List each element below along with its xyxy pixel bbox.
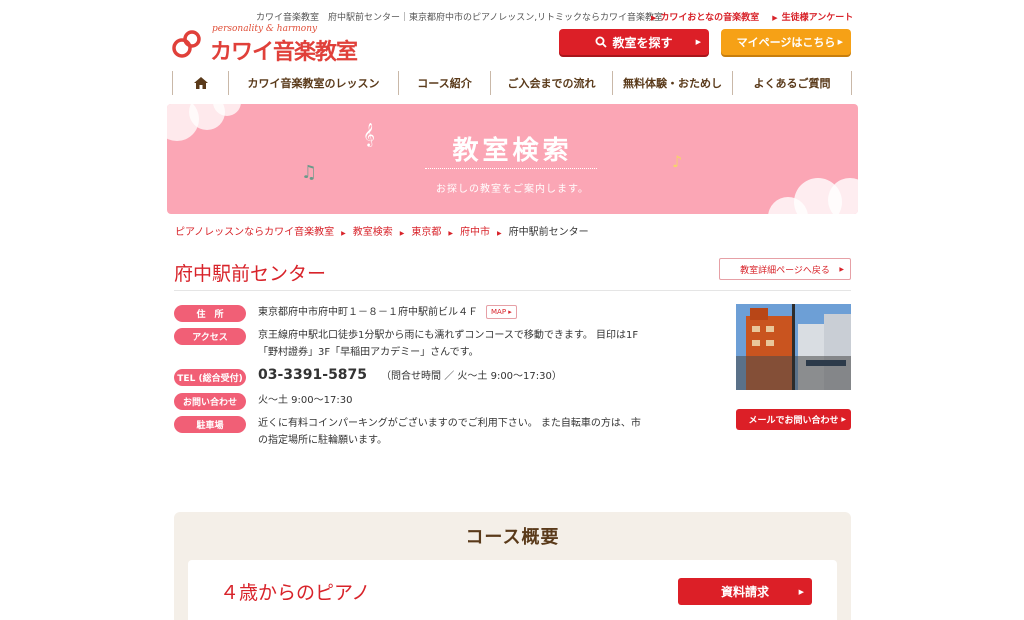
- triangle-right-icon: ▶: [839, 265, 844, 273]
- breadcrumb-link[interactable]: 府中市: [460, 227, 490, 238]
- nav-free-trial[interactable]: 無料体験・おためし: [612, 71, 732, 95]
- triangle-right-icon: ▶: [341, 230, 346, 237]
- logo-tagline: personality & harmony: [212, 24, 318, 34]
- access-value: 京王線府中駅北口徒歩1分駅から雨にも濡れずコンコースで移動できます。 目印は1F…: [258, 330, 639, 358]
- breadcrumb-link[interactable]: 東京都: [411, 227, 441, 238]
- logo-mark-icon: [172, 30, 201, 58]
- nav-home[interactable]: [172, 71, 228, 95]
- banner-divider: [425, 168, 597, 169]
- banner-subtitle: お探しの教室をご案内します。: [436, 184, 589, 195]
- triangle-right-icon: ▸: [508, 308, 512, 316]
- breadcrumb: ピアノレッスンならカワイ音楽教室 ▶ 教室検索 ▶ 東京都 ▶ 府中市 ▶ 府中駅前センター: [175, 223, 589, 238]
- breadcrumb-current: 府中駅前センター: [508, 227, 589, 238]
- logo-text: カワイ音楽教室: [210, 40, 358, 65]
- mypage-button[interactable]: マイページはこちら ▶: [721, 29, 851, 55]
- back-to-detail-button[interactable]: 教室詳細ページへ戻る ▶: [719, 258, 851, 280]
- school-photo: [736, 304, 851, 390]
- nav-enrollment-flow[interactable]: ご入会までの流れ: [490, 71, 612, 95]
- top-link-survey[interactable]: ▶ 生徒様アンケート: [772, 13, 853, 23]
- nav-courses[interactable]: コース紹介: [398, 71, 490, 95]
- map-button[interactable]: MAP ▸: [486, 305, 517, 319]
- tel-number[interactable]: 03-3391-5875: [258, 367, 367, 383]
- triangle-right-icon: ▶: [448, 230, 453, 237]
- global-nav: カワイ音楽教室のレッスン コース紹介 ご入会までの流れ 無料体験・おためし よく…: [172, 71, 852, 95]
- request-materials-button[interactable]: 資料請求 ▶: [678, 578, 812, 605]
- banner-title: 教室検索: [452, 136, 573, 166]
- parking-value: 近くに有料コインパーキングがございますのでご利用下さい。 また自転車の方は、市 …: [258, 418, 641, 446]
- top-links: ▶ カワイおとなの音楽教室 ▶ 生徒様アンケート: [651, 10, 863, 23]
- divider: [174, 290, 851, 291]
- top-link-adult[interactable]: ▶ カワイおとなの音楽教室: [651, 13, 759, 23]
- triangle-right-icon: ▶: [651, 14, 657, 22]
- triangle-right-icon: ▶: [695, 38, 701, 46]
- triangle-right-icon: ▶: [837, 38, 843, 46]
- mail-inquiry-button[interactable]: メールでお問い合わせ ▶: [736, 409, 851, 430]
- inquiry-label: お問い合わせ: [174, 393, 246, 410]
- home-icon: [193, 77, 208, 89]
- inquiry-hours: 火～土 9:00～17:30: [258, 395, 353, 406]
- building-photo: [736, 304, 851, 390]
- breadcrumb-link[interactable]: ピアノレッスンならカワイ音楽教室: [175, 227, 334, 238]
- logo[interactable]: personality & harmony カワイ音楽教室: [172, 24, 372, 65]
- triangle-right-icon: ▶: [841, 416, 846, 423]
- triangle-right-icon: ▶: [496, 230, 502, 237]
- page-title: 府中駅前センター: [174, 263, 327, 285]
- parking-label: 駐車場: [174, 416, 246, 433]
- find-school-button[interactable]: 教室を探す ▶: [559, 29, 709, 55]
- tel-value: 03-3391-5875 （問合せ時間 ／ 火～土 9:00～17:30）: [258, 367, 562, 383]
- course-section-title: コース概要: [465, 527, 560, 548]
- access-label: アクセス: [174, 328, 246, 345]
- search-icon: [595, 36, 608, 48]
- course-card: ４歳からのピアノ 資料請求 ▶: [188, 560, 837, 620]
- nav-lessons[interactable]: カワイ音楽教室のレッスン: [228, 71, 398, 95]
- triangle-right-icon: ▶: [798, 587, 804, 596]
- address-label: 住 所: [174, 305, 246, 322]
- nav-faq[interactable]: よくあるご質問: [732, 71, 852, 95]
- course-section: コース概要 ４歳からのピアノ 資料請求 ▶: [174, 512, 851, 620]
- breadcrumb-link[interactable]: 教室検索: [353, 227, 393, 238]
- course-name: ４歳からのピアノ: [220, 582, 371, 604]
- site-description: カワイ音楽教室 府中駅前センター｜東京都府中市のピアノレッスン,リトミックならカ…: [256, 13, 664, 23]
- address-value: 東京都府中市府中町１－８－１府中駅前ビル４Ｆ MAP ▸: [258, 304, 517, 321]
- tel-label: TEL (総合受付): [174, 369, 246, 386]
- triangle-right-icon: ▶: [399, 230, 405, 237]
- page-banner: 𝄞 ♫ ♪ 教室検索 お探しの教室をご案内します。: [167, 104, 858, 214]
- triangle-right-icon: ▶: [772, 14, 778, 22]
